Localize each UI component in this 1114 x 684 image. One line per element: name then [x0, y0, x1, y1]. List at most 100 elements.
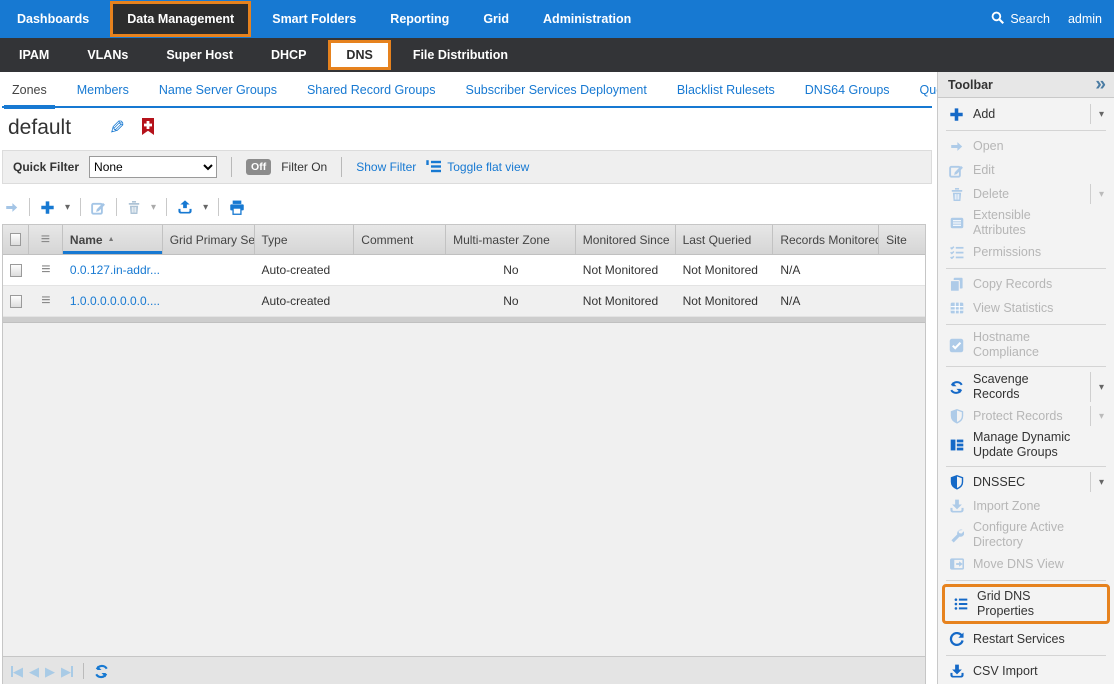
- global-search-button[interactable]: Search: [991, 11, 1050, 28]
- toolbar-item-label: Add: [973, 107, 995, 122]
- bookmark-add-icon[interactable]: [141, 118, 155, 139]
- dropdown-caret[interactable]: ▾: [1090, 184, 1112, 204]
- tab-blacklist-rulesets[interactable]: Blacklist Rulesets: [669, 75, 783, 106]
- previous-page-button[interactable]: ◀: [29, 665, 39, 678]
- tab-subscriber-services-deployment[interactable]: Subscriber Services Deployment: [458, 75, 655, 106]
- toggle-flat-view-link[interactable]: Toggle flat view: [426, 159, 529, 176]
- toolbar-item-extensible-attributes[interactable]: Extensible Attributes: [938, 206, 1114, 240]
- column-header-multi-master-zone[interactable]: Multi-master Zone: [446, 225, 576, 254]
- toolbar-panel: Toolbar » Add ▾ OpenEditDelete▾Extensible …: [937, 72, 1114, 684]
- column-header-last-queried[interactable]: Last Queried: [676, 225, 774, 254]
- toolbar-item-move-dns-view[interactable]: Move DNS View: [938, 552, 1114, 576]
- refresh-button[interactable]: [94, 664, 109, 679]
- menu-icon[interactable]: ≡: [41, 232, 50, 248]
- filter-on-label: Filter On: [281, 160, 327, 174]
- column-header-grid-primary-se[interactable]: Grid Primary Se...: [163, 225, 255, 254]
- dropdown-caret[interactable]: ▾: [1090, 104, 1112, 124]
- row-checkbox[interactable]: [10, 264, 22, 277]
- row-menu-icon[interactable]: ≡: [41, 262, 50, 278]
- row-checkbox[interactable]: [10, 295, 22, 308]
- zones-table: ≡ Name▲Grid Primary Se...TypeCommentMulti…: [2, 224, 926, 684]
- last-page-button[interactable]: ▶: [61, 665, 73, 678]
- toolbar-item-dnssec[interactable]: DNSSEC▾: [938, 470, 1114, 494]
- subnav-item-vlans[interactable]: VLANs: [68, 38, 147, 72]
- subnav-item-dns[interactable]: DNS: [328, 40, 390, 70]
- dropdown-caret[interactable]: ▾: [1090, 406, 1112, 426]
- dropdown-caret[interactable]: ▾: [1090, 472, 1112, 492]
- subnav-item-dhcp[interactable]: DHCP: [252, 38, 325, 72]
- tab-shared-record-groups[interactable]: Shared Record Groups: [299, 75, 444, 106]
- divider: [341, 157, 342, 177]
- table-row: ≡0.0.127.in-addr...Auto-createdNoNot Mon…: [3, 255, 925, 286]
- toolbar-item-view-statistics[interactable]: View Statistics: [938, 296, 1114, 320]
- toolbar-item-delete[interactable]: Delete▾: [938, 182, 1114, 206]
- cell-multi-master-zone: No: [446, 286, 576, 316]
- toolbar-item-edit[interactable]: Edit: [938, 158, 1114, 182]
- zone-link[interactable]: 0.0.127.in-addr...: [70, 263, 160, 277]
- tab-members[interactable]: Members: [69, 75, 137, 106]
- nav-item-smart-folders[interactable]: Smart Folders: [255, 0, 373, 38]
- column-header-name[interactable]: Name▲: [63, 225, 163, 254]
- collapse-panel-icon[interactable]: »: [1095, 75, 1106, 94]
- toolbar-item-open[interactable]: Open: [938, 134, 1114, 158]
- user-menu[interactable]: admin: [1068, 12, 1102, 26]
- first-page-button[interactable]: ◀: [11, 665, 23, 678]
- check-box-icon: [948, 338, 965, 353]
- zone-link[interactable]: 1.0.0.0.0.0.0.0....: [70, 294, 160, 308]
- content-area: Zones Members Name Server Groups Shared Rec…: [0, 72, 1114, 684]
- next-page-button[interactable]: ▶: [45, 665, 55, 678]
- toolbar-item-import-zone[interactable]: Import Zone: [938, 494, 1114, 518]
- export-dropdown-caret[interactable]: ▾: [203, 202, 208, 213]
- delete-button[interactable]: [127, 200, 141, 215]
- select-all-checkbox[interactable]: [10, 233, 21, 246]
- subnav-item-file-distribution[interactable]: File Distribution: [394, 38, 527, 72]
- toolbar-item-hostname-compliance[interactable]: Hostname Compliance: [938, 328, 1114, 362]
- toolbar-item-grid-dns-properties[interactable]: Grid DNS Properties: [945, 587, 1107, 621]
- export-button[interactable]: [177, 200, 193, 215]
- column-header-records-monitored[interactable]: Records Monitored: [773, 225, 879, 254]
- tab-name-server-groups[interactable]: Name Server Groups: [151, 75, 285, 106]
- nav-item-data-management[interactable]: Data Management: [110, 1, 251, 37]
- column-header-monitored-since[interactable]: Monitored Since: [576, 225, 676, 254]
- add-dropdown-caret[interactable]: ▾: [65, 202, 70, 213]
- tab-dns64-groups[interactable]: DNS64 Groups: [797, 75, 898, 106]
- edit-button[interactable]: [91, 200, 106, 215]
- toolbar-item-copy-records[interactable]: Copy Records: [938, 272, 1114, 296]
- dropdown-caret[interactable]: ▾: [1090, 372, 1112, 402]
- list-icon: [952, 597, 969, 611]
- nav-item-grid[interactable]: Grid: [466, 0, 526, 38]
- column-header-site[interactable]: Site: [879, 225, 925, 254]
- delete-dropdown-caret[interactable]: ▾: [151, 202, 156, 213]
- cell-name: 1.0.0.0.0.0.0.0....: [63, 286, 163, 316]
- column-header-type[interactable]: Type: [255, 225, 355, 254]
- row-menu-cell: ≡: [29, 255, 63, 285]
- add-button[interactable]: [40, 200, 55, 215]
- toolbar-item-csv-import[interactable]: CSV Import: [938, 659, 1114, 683]
- tab-zones[interactable]: Zones: [4, 75, 55, 109]
- toolbar-panel-title: Toolbar: [948, 78, 993, 92]
- nav-item-administration[interactable]: Administration: [526, 0, 648, 38]
- toolbar-item-configure-active-directory[interactable]: Configure Active Directory: [938, 518, 1114, 552]
- toolbar-item-protect-records[interactable]: Protect Records▾: [938, 404, 1114, 428]
- toolbar-item-label: Copy Records: [973, 277, 1052, 292]
- go-button[interactable]: [4, 201, 19, 214]
- filter-toggle[interactable]: Off: [246, 159, 271, 175]
- toolbar-item-add[interactable]: Add ▾: [938, 102, 1114, 126]
- toolbar-item-restart-services[interactable]: Restart Services: [938, 627, 1114, 651]
- quick-filter-select[interactable]: None: [89, 156, 217, 178]
- toolbar-item-manage-dynamic-update-groups[interactable]: Manage Dynamic Update Groups: [938, 428, 1114, 462]
- row-menu-icon[interactable]: ≡: [41, 293, 50, 309]
- toolbar-panel-items: Add ▾ OpenEditDelete▾Extensible Attributes…: [938, 98, 1114, 684]
- quick-filter-label: Quick Filter: [13, 160, 79, 174]
- toolbar-item-scavenge-records[interactable]: Scavenge Records▾: [938, 370, 1114, 404]
- nav-item-reporting[interactable]: Reporting: [373, 0, 466, 38]
- print-button[interactable]: [229, 200, 245, 215]
- toolbar-item-permissions[interactable]: Permissions: [938, 240, 1114, 264]
- show-filter-link[interactable]: Show Filter: [356, 160, 416, 174]
- nav-item-dashboards[interactable]: Dashboards: [0, 0, 106, 38]
- subnav-item-ipam[interactable]: IPAM: [0, 38, 68, 72]
- subnav-item-super-host[interactable]: Super Host: [147, 38, 252, 72]
- divider: [231, 157, 232, 177]
- column-header-comment[interactable]: Comment: [354, 225, 446, 254]
- edit-title-icon[interactable]: ✎: [109, 117, 125, 140]
